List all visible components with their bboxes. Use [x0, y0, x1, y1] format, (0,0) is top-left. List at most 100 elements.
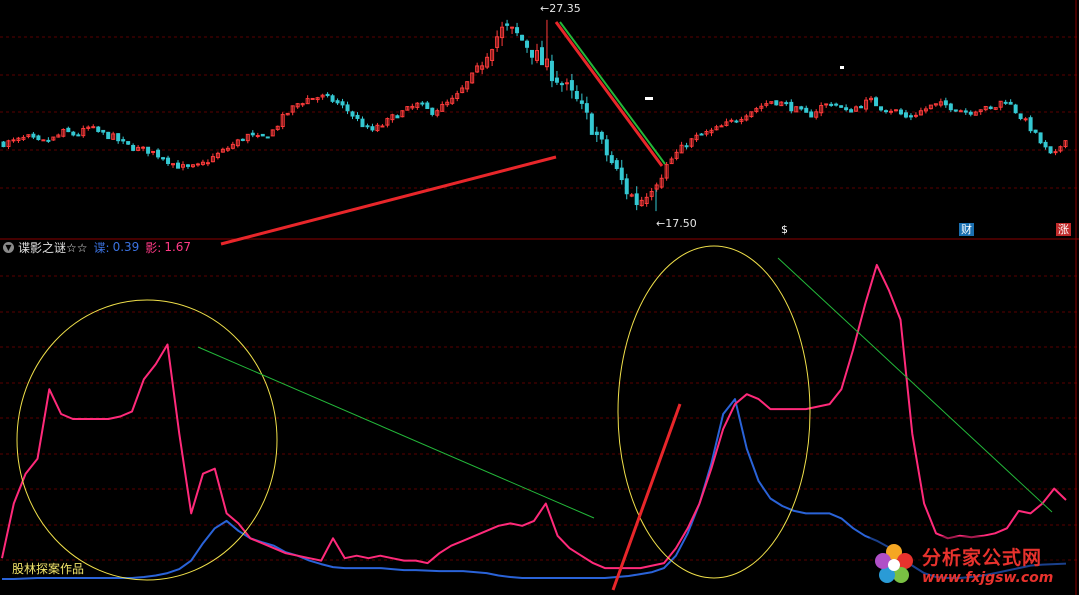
down-candle	[46, 137, 51, 143]
up-candle	[171, 163, 176, 168]
down-candle	[520, 34, 525, 41]
up-candle	[794, 106, 799, 113]
candle-body	[948, 103, 953, 111]
chevron-down-icon[interactable]: ▼	[3, 241, 14, 253]
highlight-circle-right	[617, 245, 811, 579]
up-candle	[285, 112, 290, 116]
author-credit: 股林探案作品	[12, 562, 85, 576]
up-candle	[6, 139, 11, 150]
candle-body	[1018, 113, 1023, 120]
down-candle	[1033, 129, 1038, 134]
up-candle	[450, 95, 455, 106]
down-candle	[604, 135, 609, 162]
candle-body	[430, 107, 435, 115]
down-candle	[335, 98, 340, 105]
down-candle	[1003, 99, 1008, 105]
candle-body	[96, 126, 101, 132]
down-candle	[844, 104, 849, 112]
up-candle	[709, 127, 714, 137]
up-candle	[190, 163, 195, 169]
candle-body	[335, 100, 340, 104]
down-candle	[355, 112, 360, 122]
candle-body	[789, 101, 794, 112]
candle-body	[126, 141, 131, 145]
up-candle	[475, 62, 480, 73]
up-candle	[864, 97, 869, 112]
up-candle	[689, 137, 694, 149]
up-candle	[460, 85, 465, 94]
candle-body	[41, 139, 46, 142]
down-candle	[1048, 146, 1053, 154]
event-badge-limit-up[interactable]: 涨	[1056, 223, 1071, 236]
candle-body	[584, 103, 589, 113]
down-candle	[121, 136, 126, 145]
up-candle	[644, 193, 649, 207]
up-candle	[41, 139, 46, 142]
candle-body	[106, 131, 111, 140]
down-candle	[395, 114, 400, 119]
candle-body	[370, 126, 375, 131]
candle-body	[953, 109, 958, 112]
candle-body	[240, 138, 245, 141]
up-candle	[11, 137, 16, 143]
candle-body	[893, 109, 898, 112]
down-candle	[146, 146, 151, 157]
down-candle	[425, 100, 430, 110]
candle-body	[829, 103, 834, 106]
down-candle	[859, 105, 864, 109]
up-candle	[724, 118, 729, 127]
down-candle	[799, 105, 804, 111]
up-candle	[973, 110, 978, 116]
candle-body	[719, 125, 724, 128]
candle-body	[1028, 117, 1033, 132]
up-candle	[495, 30, 500, 52]
event-badge-finance[interactable]: 财	[959, 223, 974, 236]
down-candle	[1043, 140, 1048, 150]
up-candle	[500, 21, 505, 47]
down-candle	[948, 102, 953, 113]
candle-body	[1038, 132, 1043, 144]
up-candle	[380, 123, 385, 128]
candle-body	[908, 115, 913, 118]
up-candle	[490, 48, 495, 66]
candle-body	[624, 178, 629, 195]
up-candle	[1063, 140, 1068, 149]
candle-body	[809, 111, 814, 118]
up-candle	[61, 128, 66, 138]
candle-body	[594, 131, 599, 136]
arrow-icon: ←	[656, 217, 666, 230]
down-candle	[554, 70, 559, 86]
up-candle	[455, 90, 460, 102]
up-candle	[405, 106, 410, 111]
candle-body	[11, 139, 16, 142]
up-candle	[415, 102, 420, 110]
down-candle	[634, 186, 639, 211]
chart-canvas[interactable]	[0, 0, 1079, 595]
indicator-name[interactable]: 谍影之谜☆☆	[18, 239, 88, 256]
candle-body	[515, 27, 520, 34]
candle-body	[684, 145, 689, 148]
candle-body	[340, 101, 345, 106]
candle-body	[1033, 129, 1038, 133]
down-candle	[734, 119, 739, 124]
grid-lines	[0, 0, 1079, 595]
up-candle	[564, 78, 569, 91]
down-candle	[1018, 113, 1023, 121]
candle-body	[874, 97, 879, 107]
candle-body	[76, 134, 81, 137]
down-candle	[505, 19, 510, 31]
down-candle	[101, 129, 106, 135]
up-candle	[629, 193, 634, 198]
up-candle	[993, 107, 998, 111]
down-candle	[879, 106, 884, 112]
up-candle	[544, 19, 549, 71]
up-candle	[674, 149, 679, 161]
up-candle	[485, 53, 490, 70]
event-badge-dividend[interactable]: $	[779, 223, 790, 236]
up-candle	[305, 95, 310, 105]
series2-value: 1.67	[164, 240, 192, 254]
down-candle	[1028, 115, 1033, 134]
up-candle	[210, 153, 215, 163]
up-candle	[664, 162, 669, 181]
price-candles	[1, 19, 1068, 212]
